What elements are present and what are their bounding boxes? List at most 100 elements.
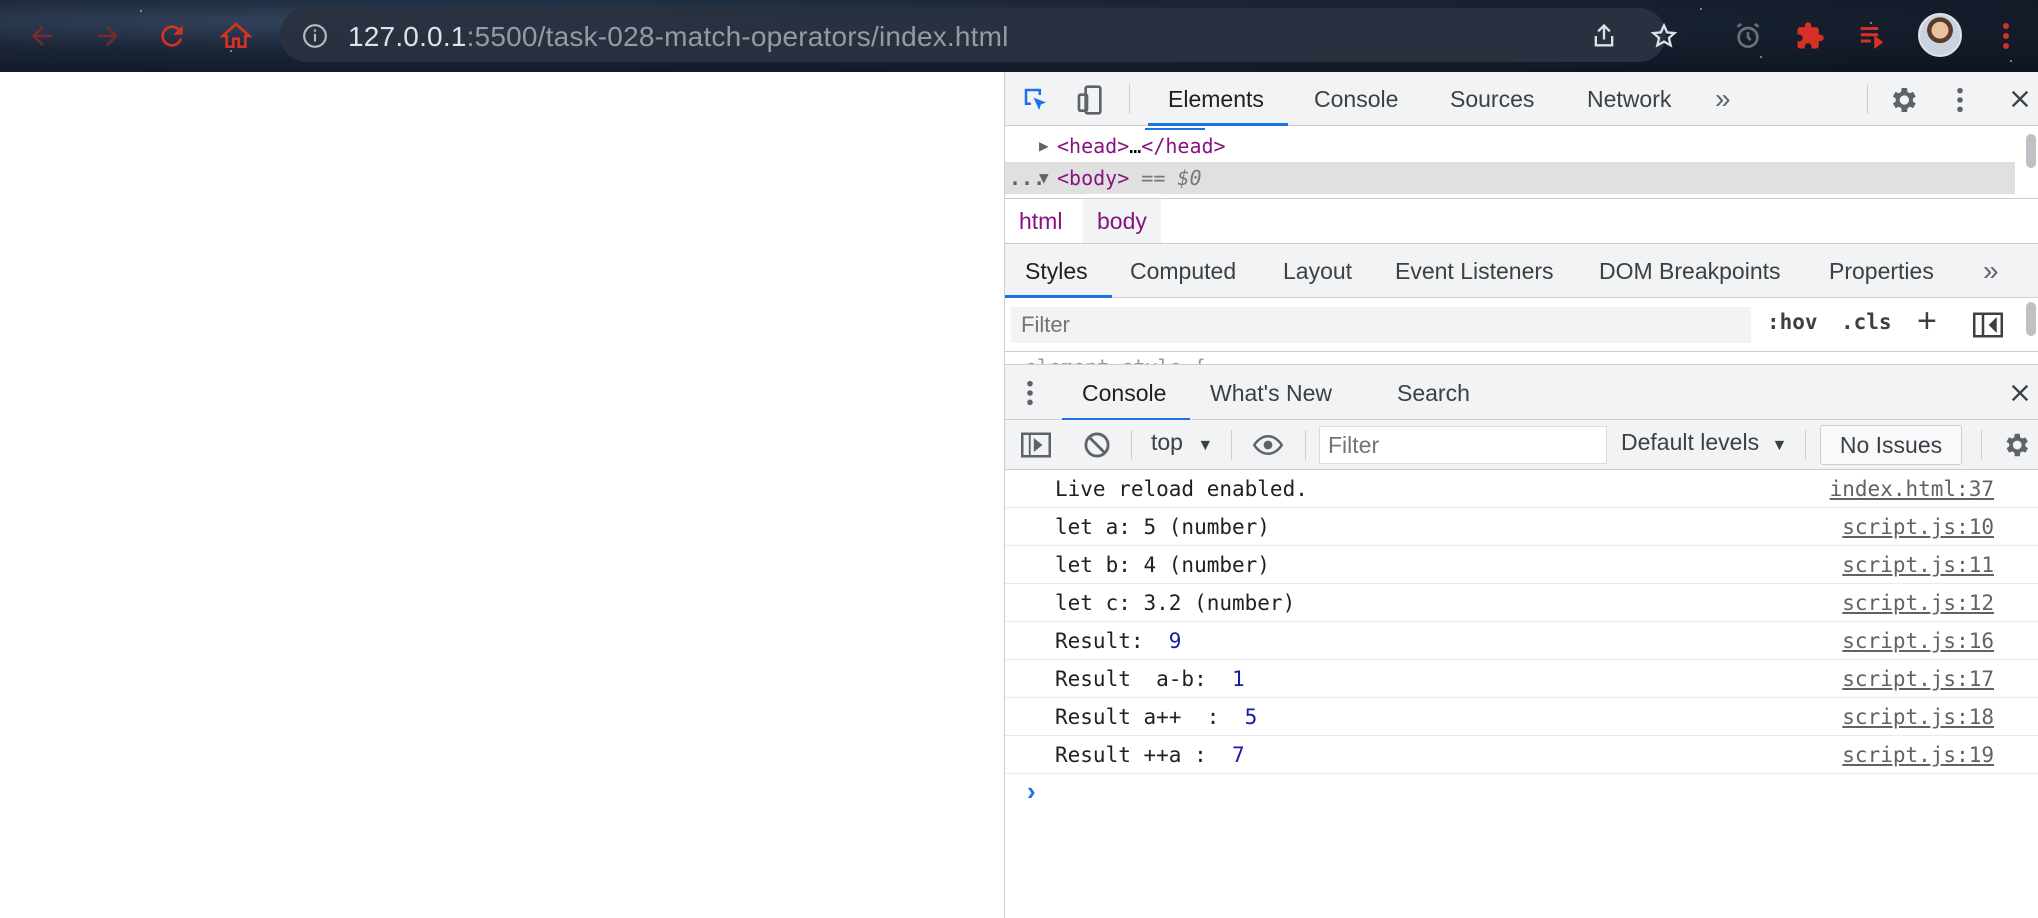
devtools-tab-bar: Elements Console Sources Network » <box>1005 72 2038 126</box>
alarm-extension[interactable] <box>1728 16 1768 56</box>
clear-console-icon[interactable] <box>1083 431 1111 459</box>
message-text: Result ++a : <box>1055 743 1233 767</box>
tab-event-listeners[interactable]: Event Listeners <box>1395 244 1554 298</box>
back-button[interactable] <box>22 16 62 56</box>
chevron-down-icon: ▼ <box>1771 437 1788 454</box>
reload-button[interactable] <box>152 16 192 56</box>
reload-icon <box>161 25 183 47</box>
url-text[interactable]: 127.0.0.1:5500/task-028-match-operators/… <box>348 21 1009 53</box>
avatar[interactable] <box>1918 13 1962 57</box>
close-icon[interactable] <box>2009 382 2031 404</box>
info-icon[interactable] <box>302 23 328 49</box>
message-text: Result: <box>1055 629 1169 653</box>
selected-marker: == $0 <box>1141 166 1202 190</box>
styles-filter-bar: :hov .cls + <box>1005 298 2038 352</box>
toggle-sidebar-icon[interactable] <box>1973 312 2003 338</box>
extensions-button[interactable] <box>1790 16 1830 56</box>
source-link[interactable]: script.js:12 <box>1842 584 1994 622</box>
console-prompt[interactable]: › <box>1027 776 1036 807</box>
message-number: 7 <box>1232 743 1245 767</box>
console-message: Result ++a : 7 script.js:19 <box>1005 736 2038 774</box>
drawer-tab-search[interactable]: Search <box>1397 365 1470 421</box>
message-text: Result a++ : <box>1055 705 1245 729</box>
head-open-tag: <head> <box>1057 134 1130 158</box>
tab-computed[interactable]: Computed <box>1130 244 1236 298</box>
chevron-down-icon: ▼ <box>1197 437 1214 454</box>
settings-gear-icon[interactable] <box>2001 430 2031 460</box>
tab-layout[interactable]: Layout <box>1283 244 1352 298</box>
message-number: 1 <box>1232 667 1245 691</box>
tab-styles[interactable]: Styles <box>1005 244 1112 298</box>
style-rule-clipped: element.style { <box>1025 352 1206 364</box>
head-close-tag: </head> <box>1141 134 1226 158</box>
tab-dom-breakpoints[interactable]: DOM Breakpoints <box>1599 244 1781 298</box>
inspect-element-icon[interactable] <box>1021 85 1051 115</box>
expand-triangle-icon[interactable]: ▶ <box>1039 130 1049 162</box>
console-filter-input[interactable] <box>1319 426 1607 464</box>
head-ellipsis[interactable]: … <box>1129 134 1141 158</box>
drawer-tab-bar: Console What's New Search <box>1005 364 2038 421</box>
more-vert-icon[interactable] <box>1955 86 1965 114</box>
eye-icon[interactable] <box>1251 430 1285 460</box>
source-link[interactable]: script.js:18 <box>1842 698 1994 736</box>
drawer-menu-icon[interactable] <box>1025 379 1035 407</box>
console-messages: Live reload enabled. index.html:37 let a:… <box>1005 470 2038 774</box>
drawer-tab-console[interactable]: Console <box>1061 365 1191 421</box>
console-message: Result a-b: 1 script.js:17 <box>1005 660 2038 698</box>
tab-sources[interactable]: Sources <box>1450 72 1534 126</box>
message-text: Result a-b: <box>1055 667 1233 691</box>
message-text: let b: 4 (number) <box>1055 553 1270 577</box>
message-number: 9 <box>1168 629 1182 653</box>
settings-gear-icon[interactable] <box>1887 84 1919 116</box>
message-text: let c: 3.2 (number) <box>1055 591 1296 615</box>
forward-button[interactable] <box>88 16 128 56</box>
tab-network[interactable]: Network <box>1587 72 1671 126</box>
star-icon[interactable] <box>1650 22 1678 50</box>
styles-filter-input[interactable] <box>1011 307 1751 343</box>
back-arrow-icon <box>32 26 52 46</box>
address-bar[interactable]: 127.0.0.1:5500/task-028-match-operators/… <box>280 8 1678 62</box>
tab-elements[interactable]: Elements <box>1148 72 1288 126</box>
message-text: Live reload enabled. <box>1055 477 1308 501</box>
source-link[interactable]: script.js:17 <box>1842 660 1994 698</box>
show-sidebar-icon[interactable] <box>1021 432 1051 458</box>
collapse-triangle-icon[interactable]: ▼ <box>1039 162 1049 194</box>
browser-menu-button[interactable] <box>1986 16 2026 56</box>
reading-list-button[interactable] <box>1852 16 1892 56</box>
source-link[interactable]: script.js:10 <box>1842 508 1994 546</box>
console-message: let b: 4 (number) script.js:11 <box>1005 546 2038 584</box>
home-button[interactable] <box>216 16 256 56</box>
console-message: Result: 9 script.js:16 <box>1005 622 2038 660</box>
console-message: Result a++ : 5 script.js:18 <box>1005 698 2038 736</box>
share-icon[interactable] <box>1590 22 1618 50</box>
browser-toolbar: 127.0.0.1:5500/task-028-match-operators/… <box>0 0 2038 72</box>
dom-node-head[interactable]: ▶ <head>…</head> <box>1005 130 2015 162</box>
source-link[interactable]: script.js:11 <box>1842 546 1994 584</box>
log-levels-dropdown[interactable]: Default levels ▼ <box>1621 429 1787 456</box>
drawer-tab-whats-new[interactable]: What's New <box>1210 365 1332 421</box>
page-viewport[interactable] <box>0 72 1004 918</box>
context-value: top <box>1151 429 1183 455</box>
device-toolbar-icon[interactable] <box>1075 84 1107 116</box>
dom-node-body[interactable]: ... ▼ <body> == $0 <box>1005 162 2015 194</box>
new-style-rule-button[interactable]: + <box>1917 302 1937 341</box>
reading-list-icon <box>1860 27 1884 49</box>
issues-button[interactable]: No Issues <box>1820 425 1962 465</box>
breadcrumb: html body <box>1005 198 2038 244</box>
source-link[interactable]: index.html:37 <box>1830 470 1994 508</box>
devtools-panel: Elements Console Sources Network » ▶ <he… <box>1004 72 2038 918</box>
source-link[interactable]: script.js:19 <box>1842 736 1994 774</box>
source-link[interactable]: script.js:16 <box>1842 622 1994 660</box>
breadcrumb-html[interactable]: html <box>1005 199 1076 243</box>
tab-console[interactable]: Console <box>1314 72 1398 126</box>
close-icon[interactable] <box>2009 88 2031 110</box>
hov-toggle[interactable]: :hov <box>1767 310 1818 334</box>
message-text: let a: 5 (number) <box>1055 515 1270 539</box>
console-message: let c: 3.2 (number) script.js:12 <box>1005 584 2038 622</box>
cls-toggle[interactable]: .cls <box>1841 310 1892 334</box>
more-tabs-button[interactable]: » <box>1715 72 1731 126</box>
context-selector[interactable]: top ▼ <box>1151 429 1213 456</box>
tab-properties[interactable]: Properties <box>1829 244 1934 298</box>
more-subtabs-button[interactable]: » <box>1983 244 1999 298</box>
breadcrumb-body[interactable]: body <box>1083 199 1161 243</box>
